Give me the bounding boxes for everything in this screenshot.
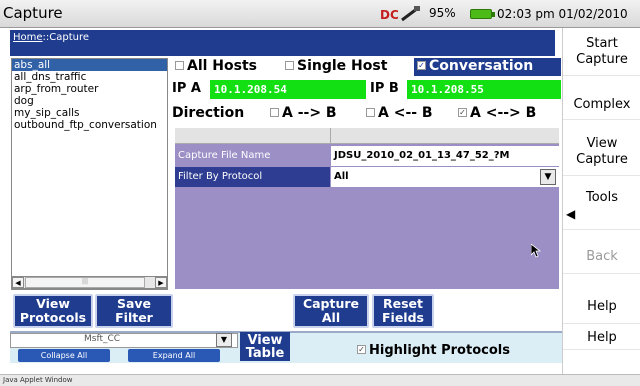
list-item[interactable]: abs_all (12, 59, 167, 71)
single-host-option[interactable]: Single Host (285, 58, 387, 74)
column-divider (330, 128, 331, 144)
tree-item[interactable]: Msft_CC (11, 334, 120, 344)
title-bar: Capture DC 95% 02:03 pm 01/02/2010 (0, 0, 640, 28)
button-label-line: Back (586, 249, 618, 264)
ip-a-field[interactable]: 10.1.208.54 (210, 80, 366, 99)
chevron-down-icon[interactable]: ▼ (216, 333, 232, 347)
button-label-line: Reset (383, 296, 423, 311)
breadcrumb-current: Capture (49, 32, 90, 43)
all-hosts-label: All Hosts (187, 58, 257, 74)
highlight-protocols-option[interactable]: ✓ Highlight Protocols (357, 343, 510, 358)
settings-table: Capture File Name JDSU_2010_02_01_13_47_… (175, 128, 559, 289)
svg-text:DC: DC (380, 8, 399, 22)
complex-button[interactable]: Complex (563, 90, 640, 120)
softkey-panel: Start Capture Complex View Capture Tools… (562, 28, 640, 374)
scroll-right-icon[interactable]: ▶ (155, 277, 167, 288)
scrollbar-thumb[interactable]: ||| (25, 277, 145, 288)
list-item[interactable]: outbound_ftp_conversation (12, 119, 167, 131)
mouse-pointer-icon (531, 244, 541, 258)
capture-file-name-field[interactable]: JDSU_2010_02_01_13_47_52_?M (331, 146, 559, 166)
direction-option-b-to-a[interactable]: A <-- B (366, 105, 433, 121)
ip-b-field[interactable]: 10.1.208.55 (407, 80, 561, 99)
list-item[interactable]: all_dns_traffic (12, 71, 167, 83)
button-label-line: Capture (302, 296, 360, 311)
filter-list[interactable]: abs_all all_dns_traffic arp_from_router … (11, 58, 168, 290)
button-label-line: View (586, 136, 618, 151)
checkbox-icon[interactable] (366, 107, 375, 117)
checked-checkbox-icon[interactable]: ✓ (357, 345, 366, 354)
view-capture-button[interactable]: View Capture (563, 136, 640, 176)
button-label-line: Save (116, 296, 152, 311)
status-bar: Java Applet Window (0, 374, 640, 386)
table-header (175, 128, 559, 144)
direction-option-both[interactable]: ✓ A <--> B (458, 105, 536, 121)
network-status-icon: DC (380, 6, 420, 22)
help-button-secondary[interactable]: Help (563, 330, 640, 350)
back-button[interactable]: Back (563, 240, 640, 274)
all-hosts-option[interactable]: All Hosts (175, 58, 257, 74)
button-label-line: View (36, 296, 70, 311)
button-label-line: Table (245, 346, 285, 361)
button-label-line: Help (587, 299, 617, 314)
ip-a-label: IP A (172, 81, 201, 96)
view-table-button[interactable]: View Table (240, 332, 290, 361)
tools-button[interactable]: Tools ◀ (563, 186, 640, 230)
button-label-line: All (321, 310, 341, 325)
button-label-line: Protocols (19, 310, 87, 325)
ip-b-label: IP B (370, 81, 399, 96)
button-label-line: Help (587, 330, 617, 345)
filter-by-protocol-label: Filter By Protocol (175, 167, 330, 187)
direction-option-label: A --> B (282, 105, 337, 121)
list-item[interactable]: arp_from_router (12, 83, 167, 95)
help-button[interactable]: Help (563, 290, 640, 324)
direction-option-a-to-b[interactable]: A --> B (270, 105, 337, 121)
chevron-down-icon[interactable]: ▼ (540, 169, 556, 185)
checkbox-icon[interactable] (270, 107, 279, 117)
breadcrumb: Home::Capture (10, 30, 555, 56)
button-label-line: Start (586, 36, 618, 51)
list-item[interactable]: dog (12, 95, 167, 107)
highlight-protocols-label: Highlight Protocols (369, 343, 510, 358)
save-filter-button[interactable]: Save Filter (95, 294, 173, 328)
capture-file-name-label: Capture File Name (175, 146, 330, 166)
checkbox-icon[interactable] (175, 60, 184, 70)
button-label-line: Capture (576, 152, 628, 167)
checkbox-icon[interactable] (285, 60, 294, 70)
arrow-left-icon: ◀ (566, 207, 576, 221)
breadcrumb-home-link[interactable]: Home (13, 32, 43, 43)
button-label-line: Filter (115, 310, 153, 325)
list-horizontal-scrollbar[interactable]: ◀ ||| ▶ (11, 276, 168, 289)
button-label-line: Tools (585, 190, 619, 205)
collapse-all-button[interactable]: Collapse All (18, 349, 110, 362)
checked-checkbox-icon[interactable]: ✓ (458, 107, 467, 117)
checked-checkbox-icon[interactable]: ✓ (417, 60, 426, 70)
capture-all-button[interactable]: Capture All (293, 294, 369, 328)
clock: 02:03 pm 01/02/2010 (497, 7, 628, 21)
filter-by-protocol-value: All (334, 171, 349, 182)
view-protocols-button[interactable]: View Protocols (13, 294, 93, 328)
battery-percentage: 95% (429, 6, 456, 20)
conversation-label: Conversation (429, 58, 534, 74)
table-row[interactable]: Capture File Name JDSU_2010_02_01_13_47_… (175, 146, 559, 166)
conversation-option[interactable]: ✓ Conversation (414, 58, 561, 76)
direction-option-label: A <-- B (378, 105, 433, 121)
expand-all-button[interactable]: Expand All (128, 349, 220, 362)
start-capture-button[interactable]: Start Capture (563, 36, 640, 76)
button-label-line: Capture (576, 52, 628, 67)
list-item[interactable]: my_sip_calls (12, 107, 167, 119)
reset-fields-button[interactable]: Reset Fields (372, 294, 434, 328)
protocol-tree[interactable]: Msft_CC (10, 333, 238, 348)
scroll-left-icon[interactable]: ◀ (12, 277, 24, 288)
app-title: Capture (3, 4, 63, 22)
single-host-label: Single Host (297, 58, 388, 74)
button-label-line: Complex (573, 97, 631, 112)
direction-option-label: A <--> B (470, 105, 537, 121)
button-label-line: Fields (382, 310, 424, 325)
table-row[interactable]: Filter By Protocol All ▼ (175, 167, 559, 187)
filter-by-protocol-select[interactable]: All ▼ (331, 167, 559, 187)
battery-icon (470, 9, 495, 19)
direction-label: Direction (172, 105, 245, 121)
